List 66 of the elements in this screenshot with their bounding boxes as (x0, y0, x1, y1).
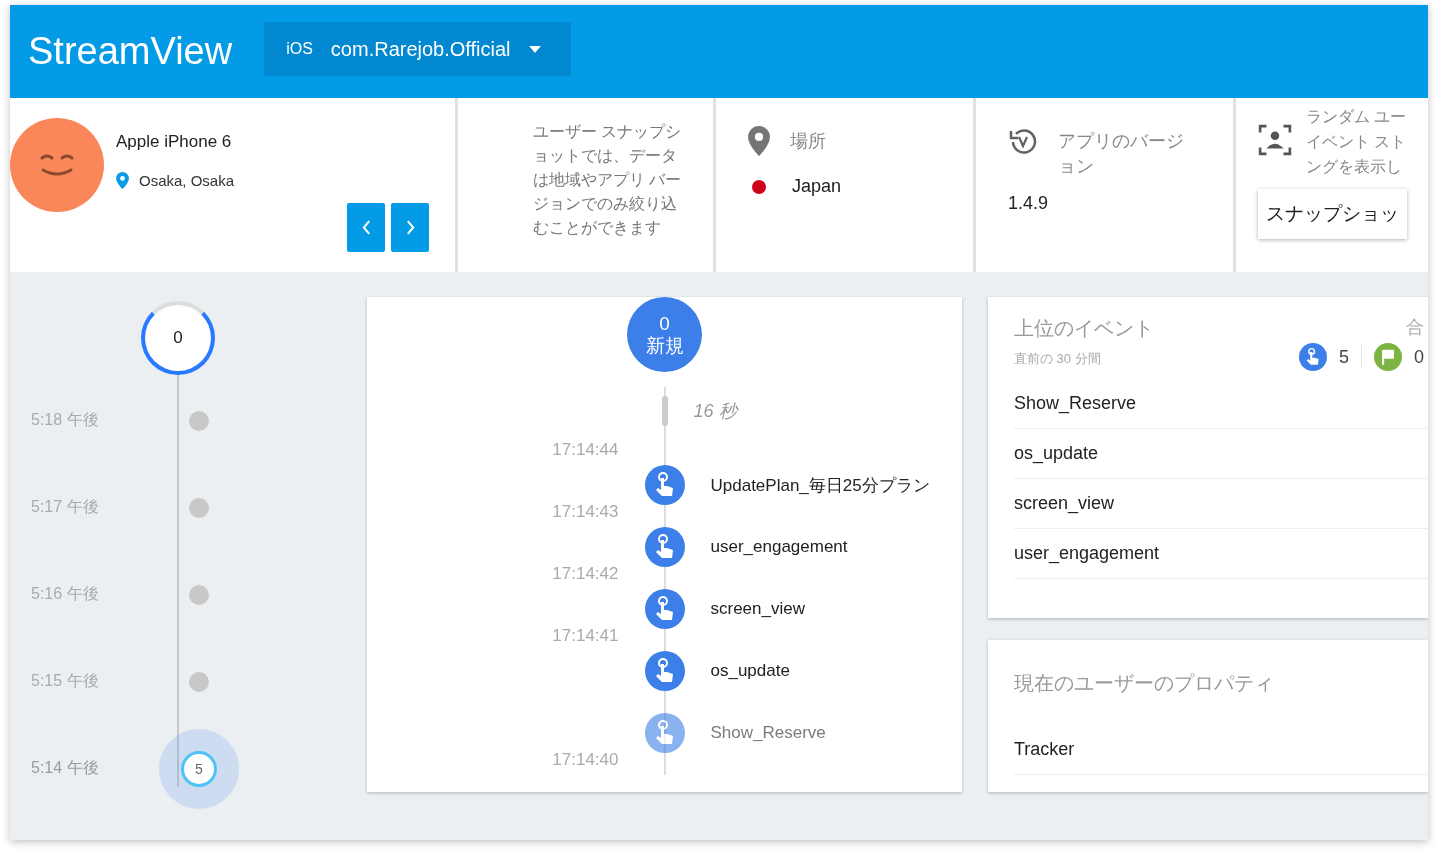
snapshot-note: ユーザー スナップショットでは、データは地域やアプリ バージョンでのみ絞り込むことができます (533, 122, 683, 238)
random-user-label-line: ングを表示し (1306, 157, 1403, 177)
top-event-item[interactable]: Show_Reserve (1014, 379, 1428, 429)
column-label: 合 (1406, 316, 1424, 339)
random-user-label-line: イベント スト (1306, 132, 1407, 152)
flag-icon (1374, 343, 1402, 371)
location-value: Japan (792, 176, 842, 197)
user-focus-icon (1258, 124, 1292, 156)
device-name: Apple iPhone 6 (116, 132, 233, 152)
top-event-item[interactable]: user_engagement (1014, 529, 1428, 579)
previous-button[interactable] (347, 203, 385, 252)
app-version-value: 1.4.9 (1008, 193, 1049, 214)
location-pin-icon (116, 172, 129, 189)
minute-dot[interactable] (189, 410, 209, 431)
snapshot-button[interactable]: スナップショッ (1258, 189, 1407, 239)
gap-marker (661, 396, 668, 426)
user-property-item: Tracker (1014, 725, 1428, 775)
touch-icon (644, 527, 685, 567)
elapsed-time: 16 秒 (692, 400, 740, 423)
avatar-icon (10, 118, 104, 212)
caret-icon (528, 45, 541, 53)
brand-logo: StreamView (28, 30, 233, 73)
location-label: 場所 (790, 130, 826, 153)
touch-icon (1298, 343, 1327, 371)
current-minute-ring: 0 (141, 301, 215, 375)
event-name[interactable]: screen_view (710, 599, 962, 619)
next-button[interactable] (391, 203, 429, 252)
random-user-label-line: ランダム ユー (1306, 107, 1407, 127)
card-subtitle: 直前の 30 分間 (1014, 350, 1102, 368)
minute-count-bubble[interactable]: 5 (181, 750, 217, 787)
location-pin-icon (748, 126, 770, 156)
top-event-item[interactable]: screen_view (1014, 479, 1428, 529)
app-version-label: アプリのバージョン (1058, 130, 1185, 178)
minute-label: 5:15 午後 (30, 671, 100, 691)
event-name[interactable]: Show_Reserve (710, 723, 962, 743)
minute-label: 5:14 午後 (30, 758, 100, 778)
chevron-left-icon (361, 220, 371, 235)
card-title: 現在のユーザーのプロパティ (1014, 671, 1275, 696)
top-event-item[interactable]: os_update (1014, 429, 1428, 479)
event-time: 17:14:41 (552, 626, 619, 646)
event-time: 17:14:42 (552, 564, 619, 584)
minute-dot[interactable] (189, 671, 209, 692)
app-picker-dropdown[interactable]: iOS com.Rarejob.Official (264, 22, 571, 76)
touch-icon (644, 465, 685, 505)
event-name[interactable]: os_update (710, 661, 962, 681)
event-count: 5 (1338, 346, 1349, 368)
event-name[interactable]: user_engagement (710, 537, 962, 557)
card-title: 上位のイベント (1014, 316, 1154, 341)
minute-label: 5:18 午後 (30, 410, 100, 430)
event-time: 17:14:43 (552, 502, 619, 522)
minute-dot[interactable] (189, 497, 209, 518)
minute-label: 5:17 午後 (30, 497, 100, 517)
device-location: Osaka, Osaka (139, 172, 235, 189)
version-history-icon (1008, 126, 1038, 156)
event-time: 17:14:40 (552, 750, 619, 770)
touch-icon (644, 589, 685, 629)
conversion-count: 0 (1414, 346, 1424, 368)
touch-icon (644, 651, 685, 691)
touch-icon (644, 713, 685, 753)
minute-label: 5:16 午後 (30, 584, 100, 604)
event-time: 17:14:44 (552, 440, 619, 460)
new-events-bubble: 0 新規 (627, 297, 702, 372)
minute-dot[interactable] (189, 584, 209, 605)
dot-icon (752, 179, 766, 194)
event-name[interactable]: UpdatePlan_毎日25分プラン (710, 473, 962, 497)
chevron-right-icon (405, 220, 415, 235)
